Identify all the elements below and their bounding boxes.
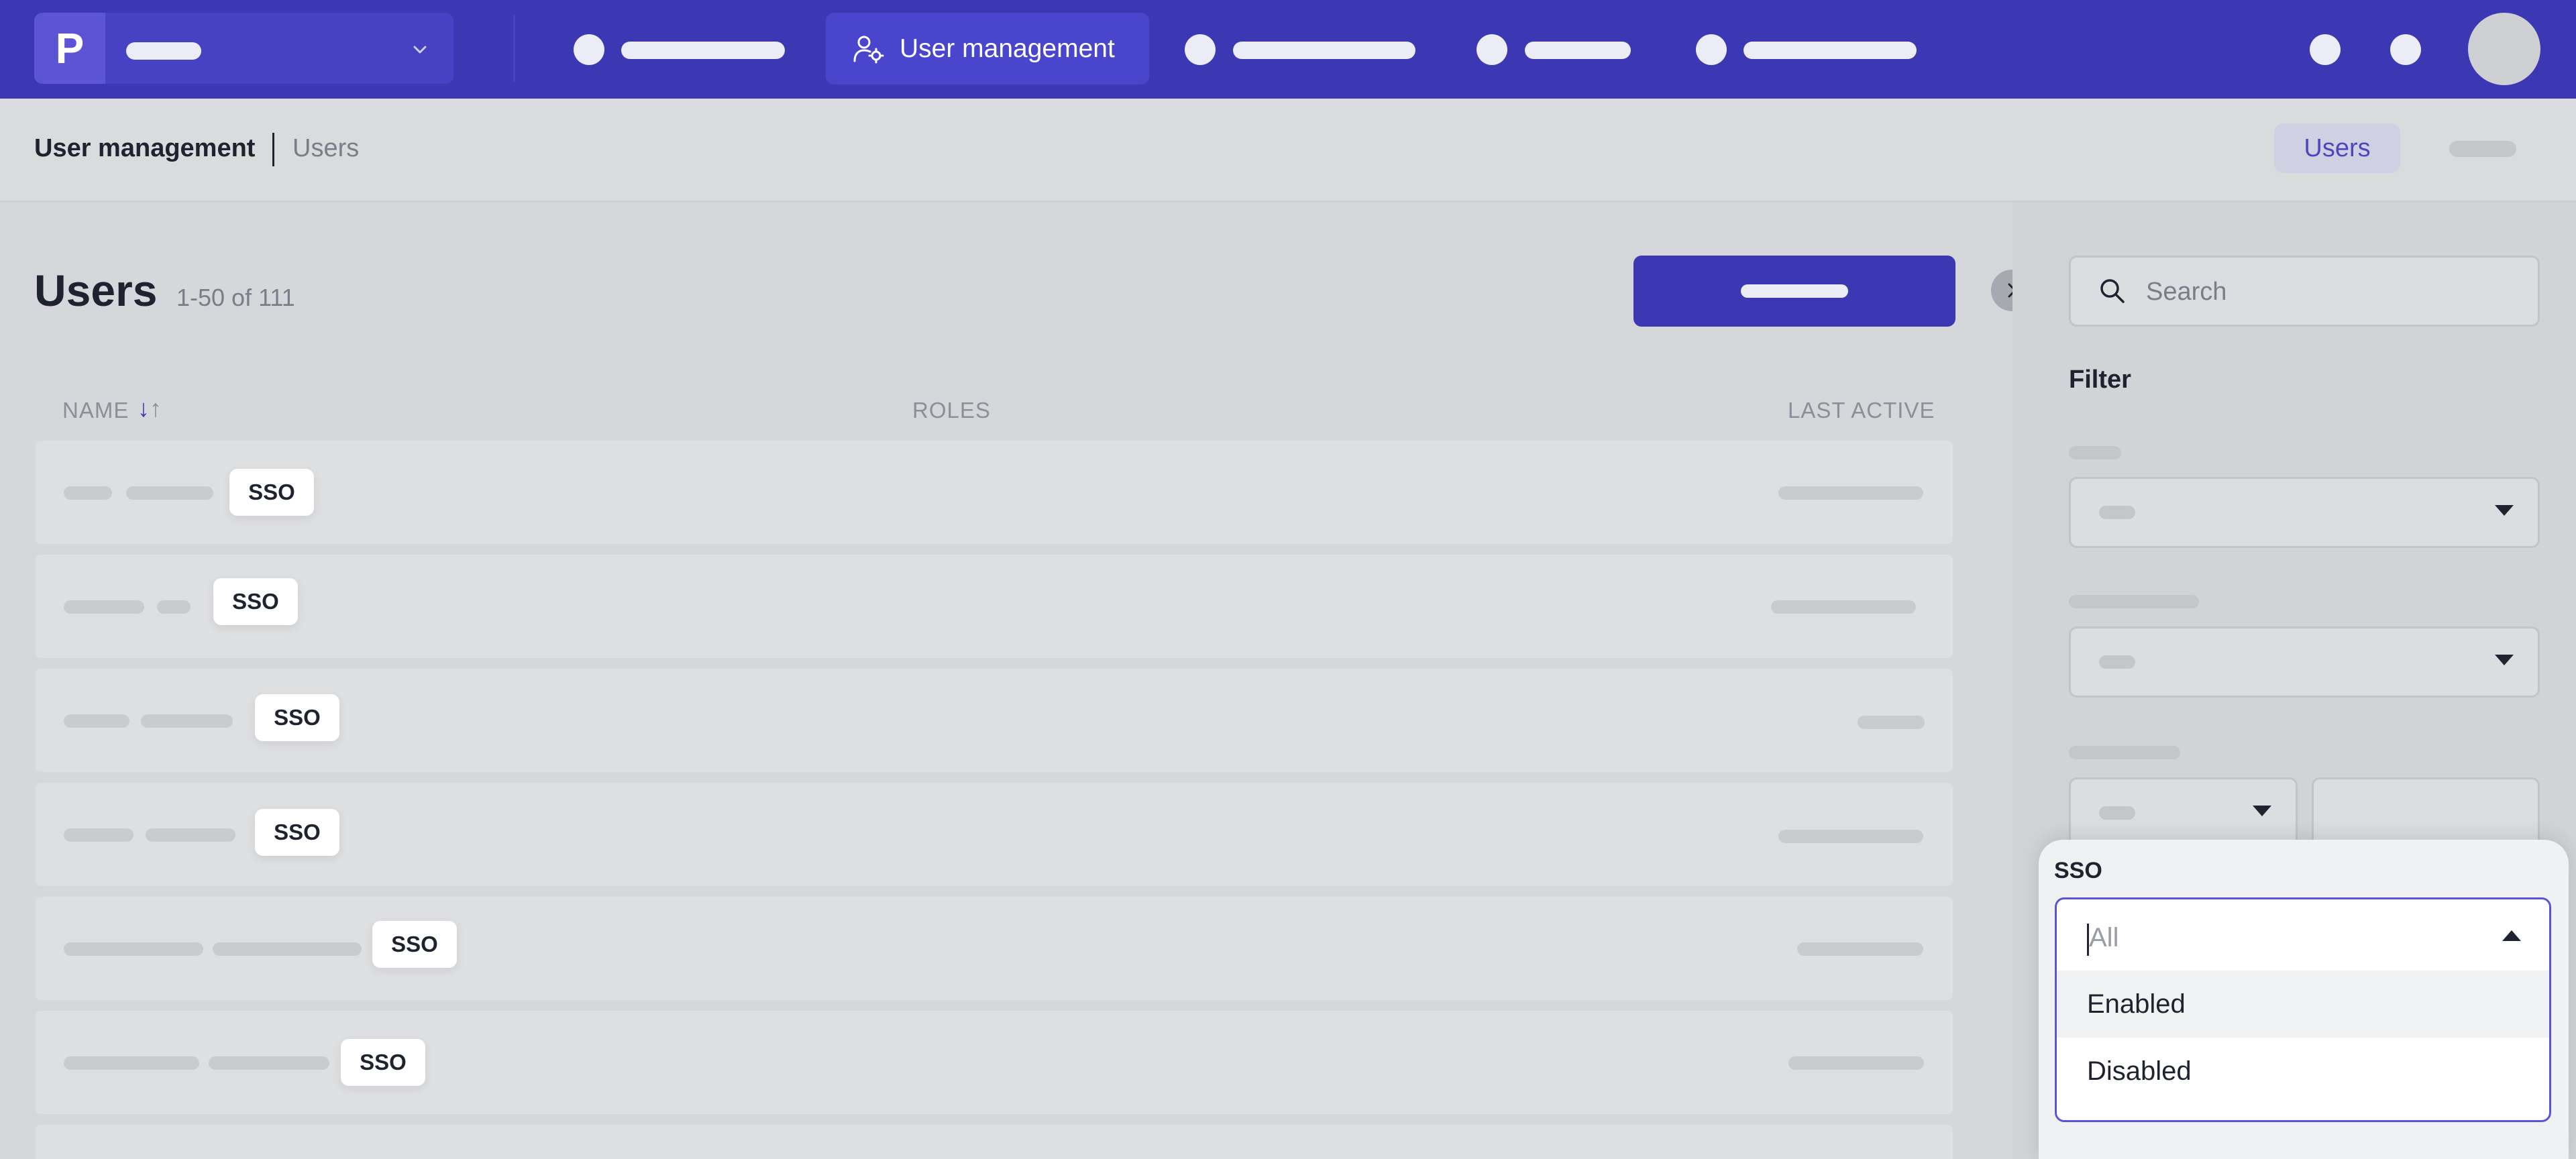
user-last-name-placeholder xyxy=(209,1056,329,1070)
primary-action-button[interactable] xyxy=(1633,256,1955,327)
search-input[interactable] xyxy=(2145,258,2523,326)
table-row[interactable]: SSO xyxy=(36,897,1953,1000)
primary-action-label-placeholder xyxy=(1741,284,1848,298)
user-first-name-placeholder xyxy=(64,1056,199,1070)
last-active-placeholder xyxy=(1778,830,1923,843)
caret-down-icon xyxy=(2495,505,2514,516)
nav-item-3-label xyxy=(1233,42,1415,59)
filter-1-select[interactable] xyxy=(2069,477,2540,548)
filter-3-value-placeholder xyxy=(2099,806,2135,820)
last-active-placeholder xyxy=(1778,486,1923,500)
top-nav-bar: P User management xyxy=(0,0,2576,99)
last-active-placeholder xyxy=(1771,600,1916,614)
nav-item-1-icon xyxy=(574,34,604,65)
user-last-name-placeholder xyxy=(141,714,233,728)
workspace-switcher[interactable]: P xyxy=(34,13,453,84)
table-row[interactable]: SSO xyxy=(36,441,1953,544)
nav-item-1-label xyxy=(621,42,785,59)
user-last-name-placeholder xyxy=(146,828,235,842)
filter-3-secondary-input[interactable] xyxy=(2312,777,2540,848)
last-active-placeholder xyxy=(1797,942,1923,956)
breadcrumb-section[interactable]: User management xyxy=(34,134,255,163)
filter-2-value-placeholder xyxy=(2099,655,2135,669)
sort-toggle-icon[interactable]: ↓↑ xyxy=(138,394,162,423)
user-gear-icon xyxy=(853,36,884,63)
caret-down-icon xyxy=(2253,806,2271,816)
sso-badge: SSO xyxy=(255,694,339,741)
search-field[interactable] xyxy=(2069,256,2540,327)
sso-option-disabled[interactable]: Disabled xyxy=(2057,1038,2549,1105)
tab-secondary[interactable] xyxy=(2449,141,2516,157)
workspace-name-placeholder xyxy=(126,42,201,60)
last-active-placeholder xyxy=(1858,716,1925,729)
breadcrumb-page: Users xyxy=(292,134,360,162)
table-row[interactable]: SSO xyxy=(36,669,1953,772)
nav-item-5-label xyxy=(1743,42,1917,59)
user-last-name-placeholder xyxy=(157,600,191,614)
nav-item-user-management-label: User management xyxy=(900,34,1115,63)
sso-badge: SSO xyxy=(372,921,457,968)
caret-down-icon xyxy=(2495,655,2514,665)
tab-users[interactable]: Users xyxy=(2274,123,2400,173)
column-header-name[interactable]: NAME xyxy=(62,398,129,423)
user-last-name-placeholder xyxy=(126,486,213,500)
sso-option-enabled[interactable]: Enabled xyxy=(2057,971,2549,1038)
result-count: 1-50 of 111 xyxy=(176,284,295,311)
filter-3-label-placeholder xyxy=(2069,746,2180,759)
filter-3-select[interactable] xyxy=(2069,777,2298,848)
filter-1-value-placeholder xyxy=(2099,506,2135,519)
sso-badge: SSO xyxy=(229,469,314,516)
nav-action-icon-1[interactable] xyxy=(2310,34,2341,65)
sso-filter-label: SSO xyxy=(2054,858,2102,883)
user-first-name-placeholder xyxy=(64,600,144,614)
nav-divider xyxy=(513,15,515,82)
brand-logo-icon: P xyxy=(34,13,105,84)
last-active-placeholder xyxy=(1788,1056,1924,1070)
caret-up-icon[interactable] xyxy=(2502,930,2521,941)
chevron-down-icon xyxy=(413,46,427,54)
table-row[interactable]: SSO xyxy=(36,783,1953,886)
nav-action-icon-2[interactable] xyxy=(2390,34,2421,65)
user-first-name-placeholder xyxy=(64,714,129,728)
user-first-name-placeholder xyxy=(64,828,133,842)
sso-dropdown[interactable]: All Enabled Disabled xyxy=(2055,897,2551,1122)
column-header-roles[interactable]: ROLES xyxy=(912,398,991,423)
filter-2-select[interactable] xyxy=(2069,626,2540,698)
sso-badge: SSO xyxy=(341,1039,425,1086)
column-header-last-active[interactable]: LAST ACTIVE xyxy=(1788,398,1935,423)
filter-2-label-placeholder xyxy=(2069,595,2199,608)
user-first-name-placeholder xyxy=(64,942,203,956)
nav-item-3-icon xyxy=(1185,34,1216,65)
sso-badge: SSO xyxy=(213,578,298,625)
table-row[interactable]: SSO xyxy=(36,1011,1953,1114)
sub-header xyxy=(0,99,2576,203)
nav-item-4-icon xyxy=(1477,34,1507,65)
filter-1-label-placeholder xyxy=(2069,446,2121,459)
sso-badge: SSO xyxy=(255,809,339,856)
sso-dropdown-input[interactable]: All xyxy=(2057,899,2549,971)
user-first-name-placeholder xyxy=(64,486,112,500)
avatar[interactable] xyxy=(2468,13,2540,85)
search-icon xyxy=(2100,279,2125,303)
user-last-name-placeholder xyxy=(213,942,362,956)
breadcrumb-separator xyxy=(272,133,274,166)
page-title: Users xyxy=(34,266,158,315)
sso-dropdown-placeholder: All xyxy=(2089,923,2119,952)
filter-heading: Filter xyxy=(2069,366,2131,394)
nav-item-5-icon xyxy=(1696,34,1727,65)
table-row[interactable]: SSO xyxy=(36,555,1953,658)
nav-item-4-label xyxy=(1525,42,1631,59)
table-row[interactable] xyxy=(36,1125,1953,1159)
nav-item-user-management[interactable]: User management xyxy=(826,13,1149,85)
